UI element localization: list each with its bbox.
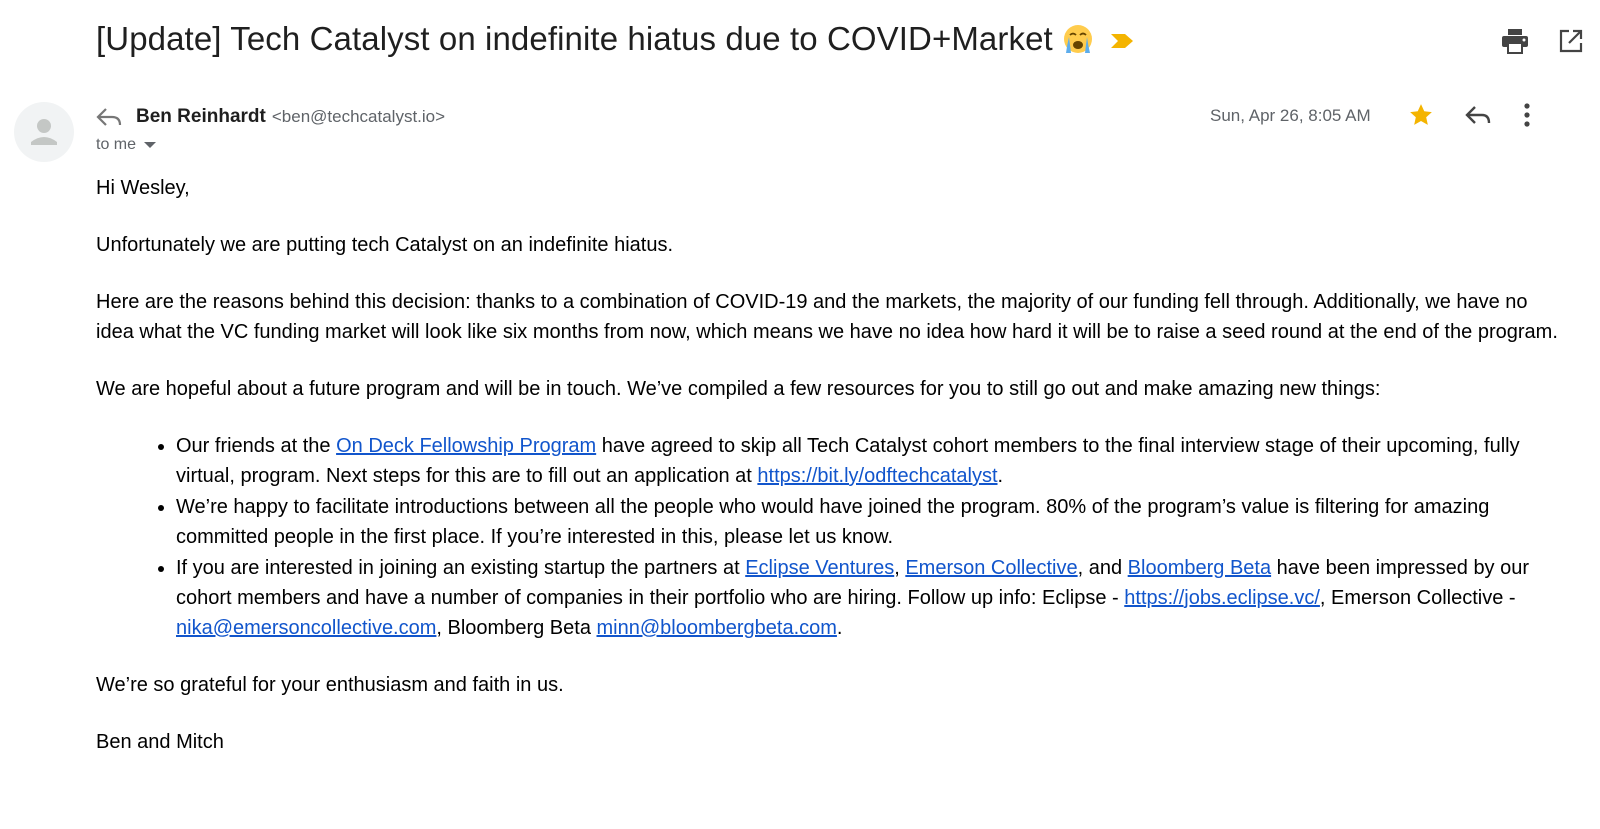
- signoff: Ben and Mitch: [96, 731, 224, 753]
- reply-indicator-icon: [96, 103, 124, 131]
- print-icon[interactable]: [1500, 26, 1530, 56]
- paragraph-2: Here are the reasons behind this decisio…: [96, 291, 1558, 343]
- on-deck-link[interactable]: On Deck Fellowship Program: [336, 435, 596, 457]
- list-item: Our friends at the On Deck Fellowship Pr…: [176, 431, 1566, 491]
- email-date: Sun, Apr 26, 8:05 AM: [1210, 106, 1371, 125]
- emerson-collective-link[interactable]: Emerson Collective: [905, 557, 1077, 579]
- eclipse-jobs-link[interactable]: https://jobs.eclipse.vc/: [1124, 587, 1320, 609]
- important-marker-icon[interactable]: [1109, 20, 1135, 58]
- list-item: If you are interested in joining an exis…: [176, 553, 1566, 643]
- eclipse-ventures-link[interactable]: Eclipse Ventures: [745, 557, 894, 579]
- recipient-details-toggle[interactable]: to me: [96, 136, 157, 154]
- email-body: Hi Wesley, Unfortunately we are putting …: [96, 173, 1566, 784]
- more-vert-icon[interactable]: [1522, 102, 1532, 133]
- sender-row: Ben Reinhardt <ben@techcatalyst.io>: [96, 103, 445, 131]
- paragraph-1: Unfortunately we are putting tech Cataly…: [96, 234, 674, 256]
- recipient-label: to me: [96, 136, 137, 153]
- star-icon[interactable]: [1408, 102, 1434, 133]
- paragraph-4: We’re so grateful for your enthusiasm an…: [96, 674, 564, 696]
- sender-name[interactable]: Ben Reinhardt: [136, 106, 266, 128]
- loudly-crying-face-icon: [1063, 24, 1093, 54]
- subject-text: [Update] Tech Catalyst on indefinite hia…: [96, 20, 1053, 57]
- message-actions: [1408, 102, 1532, 133]
- minn-email-link[interactable]: minn@bloombergbeta.com: [597, 617, 837, 639]
- bloomberg-beta-link[interactable]: Bloomberg Beta: [1128, 557, 1271, 579]
- reply-icon[interactable]: [1464, 103, 1492, 132]
- default-avatar-icon[interactable]: [14, 102, 74, 162]
- paragraph-3: We are hopeful about a future program an…: [96, 378, 1381, 400]
- email-subject: [Update] Tech Catalyst on indefinite hia…: [96, 20, 1135, 58]
- open-in-new-window-icon[interactable]: [1556, 26, 1586, 56]
- sender-email: <ben@techcatalyst.io>: [271, 107, 446, 126]
- greeting: Hi Wesley,: [96, 177, 190, 199]
- bitly-link[interactable]: https://bit.ly/odftechcatalyst: [757, 465, 997, 487]
- list-item: We’re happy to facilitate introductions …: [176, 492, 1566, 552]
- chevron-down-icon: [144, 142, 157, 148]
- nika-email-link[interactable]: nika@emersoncollective.com: [176, 617, 436, 639]
- thread-actions: [1500, 26, 1586, 56]
- resources-list: Our friends at the On Deck Fellowship Pr…: [96, 431, 1566, 643]
